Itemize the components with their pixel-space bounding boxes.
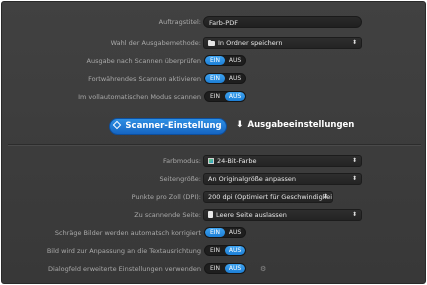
dpi-label: Punkte pro Zoll (DPI): xyxy=(131,193,201,201)
scanner-settings-panel: Auftragstitel: Farb-PDF Wahl der Ausgabe… xyxy=(1,1,426,284)
continuous-toggle[interactable]: EIN AUS xyxy=(204,73,246,84)
method-select[interactable]: In Ordner speichern ⬍ xyxy=(203,37,362,49)
side-label: Zu scannende Seite: xyxy=(134,211,201,219)
toggle-off[interactable]: AUS xyxy=(225,74,245,83)
dpi-row: Punkte pro Zoll (DPI): xyxy=(2,191,201,203)
page-size-row: Seitengröße: xyxy=(2,173,201,185)
updown-arrows-icon: ⬍ xyxy=(322,193,328,200)
side-row: Zu scannende Seite: xyxy=(2,209,201,221)
orientation-label: Bild wird zur Anpassung an die Textausri… xyxy=(46,247,201,255)
check-row: Ausgabe nach Scannen überprüfen xyxy=(2,55,201,67)
color-mode-row: Farbmodus: xyxy=(2,155,201,167)
check-label: Ausgabe nach Scannen überprüfen xyxy=(86,57,201,65)
auto-mode-row: Im vollautomatischen Modus scannen xyxy=(2,91,201,103)
skew-toggle[interactable]: EIN AUS xyxy=(204,227,246,238)
orientation-row: Bild wird zur Anpassung an die Textausri… xyxy=(2,245,201,257)
auto-mode-label: Im vollautomatischen Modus scannen xyxy=(78,93,201,101)
download-arrow-icon: ⬇ xyxy=(236,120,244,130)
toggle-off[interactable]: AUS xyxy=(225,246,245,255)
advanced-label: Dialogfeld erweiterte Einstellungen verw… xyxy=(48,265,201,273)
page-size-label: Seitengröße: xyxy=(159,175,201,183)
toggle-on[interactable]: EIN xyxy=(205,56,225,65)
side-value: Leere Seite auslassen xyxy=(216,211,287,219)
continuous-row: Fortwährendes Scannen aktivieren xyxy=(2,73,201,85)
title-label: Auftragstitel: xyxy=(158,18,201,26)
dpi-value: 200 dpi (Optimiert für Geschwindigkeit ) xyxy=(208,193,333,201)
toggle-off[interactable]: AUS xyxy=(225,56,245,65)
toggle-on[interactable]: EIN xyxy=(205,246,225,255)
output-tab-label: Ausgabeeinstellungen xyxy=(247,120,355,130)
updown-arrows-icon: ⬍ xyxy=(351,211,357,218)
updown-arrows-icon: ⬍ xyxy=(351,175,357,182)
toggle-on[interactable]: EIN xyxy=(205,92,225,101)
color-mode-label: Farbmodus: xyxy=(162,157,201,165)
advanced-row: Dialogfeld erweiterte Einstellungen verw… xyxy=(2,263,201,275)
scanner-settings-tab[interactable]: Scanner-Einstellung xyxy=(109,118,227,135)
auto-mode-toggle[interactable]: EIN AUS xyxy=(204,91,246,102)
skew-label: Schräge Bilder werden automatsch korrigi… xyxy=(54,229,201,237)
side-select[interactable]: Leere Seite auslassen ⬍ xyxy=(203,209,362,221)
scanner-tab-label: Scanner-Einstellung xyxy=(125,121,222,131)
method-row: Wahl der Ausgabemethode: xyxy=(2,37,201,49)
method-label: Wahl der Ausgabemethode: xyxy=(110,39,201,47)
folder-icon xyxy=(208,40,215,46)
gear-icon[interactable]: ⚙ xyxy=(260,264,266,274)
updown-arrows-icon: ⬍ xyxy=(351,157,357,164)
toggle-on[interactable]: EIN xyxy=(205,264,225,273)
method-value: In Ordner speichern xyxy=(218,39,283,47)
toggle-off[interactable]: AUS xyxy=(225,92,245,101)
page-size-value: An Originalgröße anpassen xyxy=(208,175,296,183)
dpi-select[interactable]: 200 dpi (Optimiert für Geschwindigkeit )… xyxy=(203,191,333,203)
updown-arrows-icon: ⬍ xyxy=(351,39,357,46)
check-toggle[interactable]: EIN AUS xyxy=(204,55,246,66)
output-settings-tab[interactable]: ⬇ Ausgabeeinstellungen xyxy=(232,118,354,135)
toggle-on[interactable]: EIN xyxy=(205,74,225,83)
color-mode-select[interactable]: 24-Bit-Farbe ⬍ xyxy=(203,155,362,167)
page-size-select[interactable]: An Originalgröße anpassen ⬍ xyxy=(203,173,362,185)
toggle-off[interactable]: AUS xyxy=(225,228,245,237)
divider xyxy=(8,144,421,145)
advanced-toggle[interactable]: EIN AUS xyxy=(204,263,246,274)
title-row: Auftragstitel: xyxy=(2,16,201,28)
diamond-icon xyxy=(113,120,122,130)
orientation-toggle[interactable]: EIN AUS xyxy=(204,245,246,256)
page-icon xyxy=(208,211,213,218)
title-input[interactable]: Farb-PDF xyxy=(203,16,362,28)
toggle-on[interactable]: EIN xyxy=(205,228,225,237)
color-mode-value: 24-Bit-Farbe xyxy=(217,157,257,165)
continuous-label: Fortwährendes Scannen aktivieren xyxy=(88,75,201,83)
color-mode-icon xyxy=(208,158,214,164)
skew-row: Schräge Bilder werden automatsch korrigi… xyxy=(2,227,201,239)
toggle-off[interactable]: AUS xyxy=(225,264,245,273)
